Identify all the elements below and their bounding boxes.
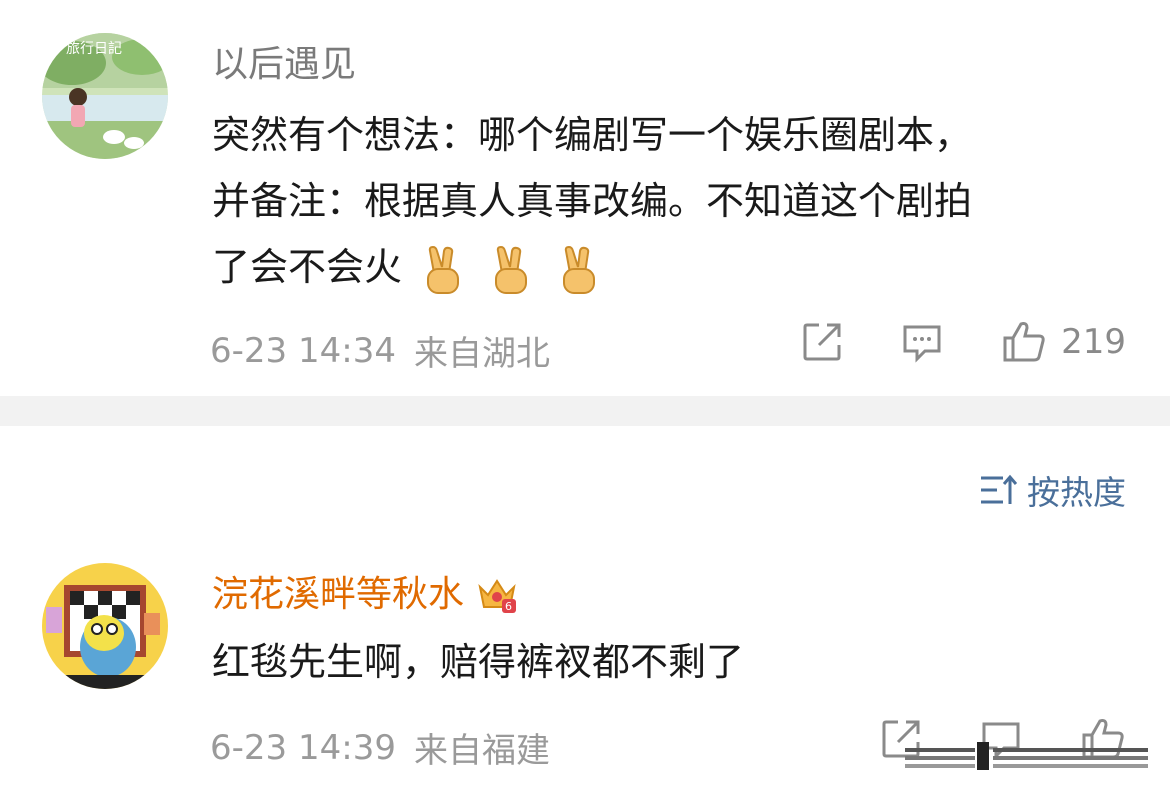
emoji-group — [420, 245, 602, 295]
svg-text:6: 6 — [505, 600, 512, 613]
sort-label: 按热度 — [1027, 473, 1126, 512]
avatar[interactable] — [42, 563, 168, 689]
comment-line: 了会不会火 — [212, 234, 1132, 300]
username[interactable]: 浣花溪畔等秋水 6 — [212, 573, 518, 617]
comment-text: 红毯先生啊，赔得裤衩都不剩了 — [212, 640, 745, 684]
sort-icon — [979, 474, 1017, 506]
vip-crown-badge-icon: 6 — [476, 575, 518, 615]
victory-hand-icon — [488, 245, 534, 295]
comment-meta: 6-23 14:34 来自湖北 — [210, 326, 550, 375]
comment-text: 突然有个想法：哪个编剧写一个娱乐圈剧本， 并备注：根据真人真事改编。不知道这个剧… — [212, 102, 1132, 300]
victory-hand-icon — [420, 245, 466, 295]
loading-indicator-overlay — [905, 742, 1148, 770]
victory-hand-icon — [556, 245, 602, 295]
comment-location: 来自福建 — [413, 731, 550, 771]
comment-date: 6-23 14:34 — [210, 330, 396, 371]
comment-line: 并备注：根据真人真事改编。不知道这个剧拍 — [212, 179, 973, 223]
comment-button[interactable] — [901, 321, 943, 363]
comment-line-text: 了会不会火 — [212, 245, 403, 289]
section-divider — [0, 396, 1170, 426]
comment-date: 6-23 14:39 — [210, 727, 396, 768]
like-button[interactable]: 219 — [1001, 320, 1126, 364]
share-icon — [801, 321, 843, 363]
comment-location: 来自湖北 — [413, 334, 550, 374]
username-text: 浣花溪畔等秋水 — [212, 574, 465, 615]
avatar[interactable]: 旅行日記 — [42, 33, 168, 159]
comment-item: 旅行日記 以后遇见 突然有个想法：哪个编剧写一个娱乐圈剧本， 并备注：根据真人真… — [0, 0, 1170, 396]
thumbs-up-icon — [1001, 320, 1047, 364]
share-button[interactable] — [801, 321, 843, 363]
sort-by-hot-button[interactable]: 按热度 — [979, 468, 1126, 512]
comment-line: 突然有个想法：哪个编剧写一个娱乐圈剧本， — [212, 113, 973, 157]
comment-icon — [901, 321, 943, 363]
comment-meta: 6-23 14:39 来自福建 — [210, 723, 550, 772]
username[interactable]: 以后遇见 — [212, 43, 356, 87]
comment-actions: 219 — [801, 320, 1126, 364]
svg-text:旅行日記: 旅行日記 — [66, 40, 122, 57]
like-count: 219 — [1061, 322, 1126, 362]
